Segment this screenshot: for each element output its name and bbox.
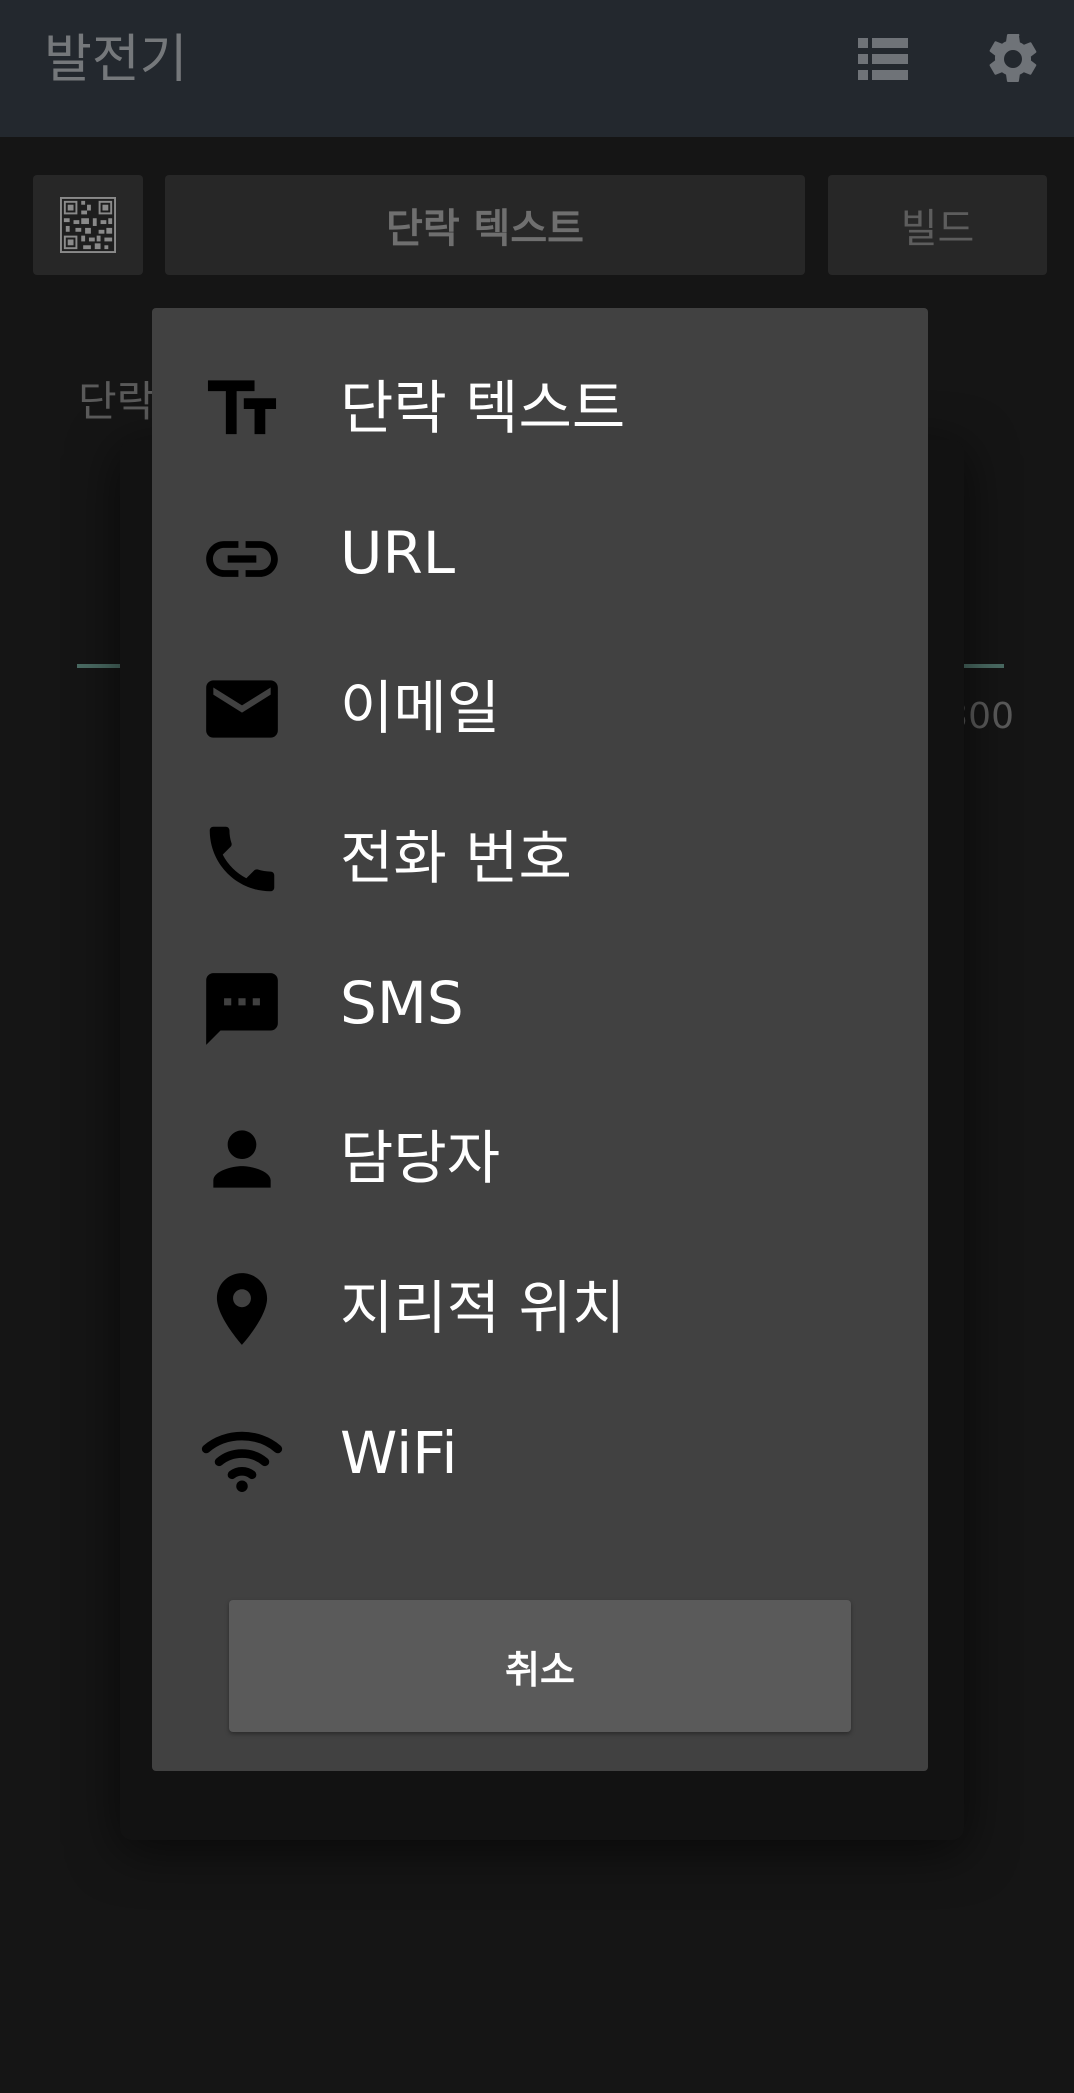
menu-item-contact[interactable]: 담당자 — [152, 1078, 928, 1228]
menu-item-label: 이메일 — [340, 674, 501, 742]
phone-icon — [209, 826, 275, 892]
menu-item-wifi[interactable]: WiFi — [152, 1378, 928, 1528]
app-title: 발전기 — [44, 30, 188, 90]
code-type-dialog: 단락 텍스트 URL 이메일 전화 번호 SMS 담당자 지리적 위치 WiFi… — [152, 308, 928, 1771]
text-fields-icon — [207, 380, 277, 435]
menu-item-label: WiFi — [340, 1419, 458, 1487]
link-icon — [206, 541, 278, 577]
settings-icon[interactable] — [983, 29, 1043, 89]
menu-item-label: URL — [340, 519, 456, 587]
person-icon — [213, 1130, 271, 1188]
code-type-button[interactable]: 단락 텍스트 — [165, 175, 805, 275]
menu-item-label: 전화 번호 — [340, 824, 572, 892]
menu-item-url[interactable]: URL — [152, 478, 928, 628]
menu-item-label: 담당자 — [340, 1124, 501, 1192]
build-label: 빌드 — [900, 206, 975, 252]
build-button[interactable]: 빌드 — [828, 175, 1047, 275]
menu-item-text[interactable]: 단락 텍스트 — [152, 328, 928, 478]
menu-item-label: SMS — [340, 969, 464, 1037]
qr-code-icon — [60, 197, 116, 253]
menu-item-phone[interactable]: 전화 번호 — [152, 778, 928, 928]
menu-item-label: 단락 텍스트 — [340, 374, 626, 442]
sms-icon — [206, 973, 278, 1045]
cancel-button[interactable]: 취소 — [229, 1600, 851, 1732]
menu-item-label: 지리적 위치 — [340, 1274, 626, 1342]
qr-scan-button[interactable] — [33, 175, 143, 275]
menu-item-sms[interactable]: SMS — [152, 928, 928, 1078]
email-icon — [206, 680, 278, 738]
menu-item-email[interactable]: 이메일 — [152, 628, 928, 778]
wifi-icon — [201, 1431, 283, 1492]
app-bar: 발전기 — [0, 0, 1074, 137]
location-pin-icon — [216, 1273, 268, 1345]
code-type-label: 단락 텍스트 — [386, 206, 584, 252]
list-icon[interactable] — [858, 38, 908, 80]
menu-item-geo[interactable]: 지리적 위치 — [152, 1228, 928, 1378]
cancel-label: 취소 — [505, 1647, 575, 1692]
